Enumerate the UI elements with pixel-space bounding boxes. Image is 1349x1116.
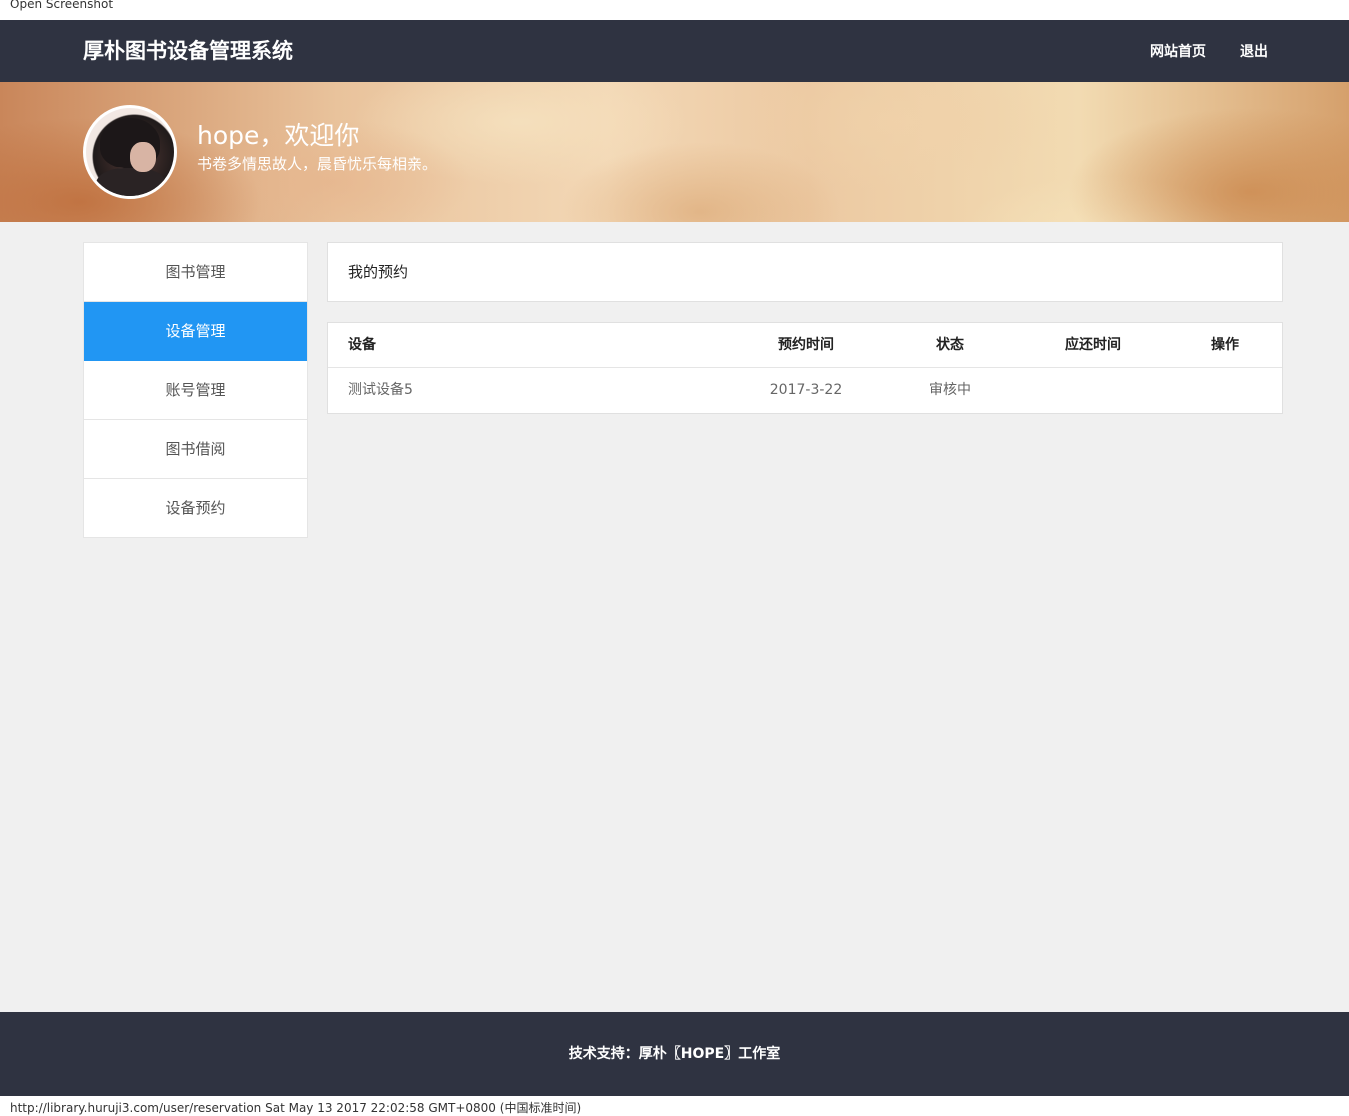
screenshot-caption: Open Screenshot (10, 0, 114, 11)
sidebar-item-book-management[interactable]: 图书管理 (84, 243, 307, 302)
page-title: 我的预约 (348, 263, 409, 281)
site-title[interactable]: 厚朴图书设备管理系统 (83, 20, 293, 82)
sidebar-item-device-reservation[interactable]: 设备预约 (84, 479, 307, 537)
column-header-device: 设备 (348, 337, 376, 353)
sidebar-item-account-management[interactable]: 账号管理 (84, 361, 307, 420)
cell-device: 测试设备5 (348, 382, 413, 398)
top-navbar: 厚朴图书设备管理系统 网站首页 退出 (0, 20, 1349, 82)
welcome-text: hope，欢迎你 (197, 121, 360, 150)
sidebar-menu: 图书管理 设备管理 账号管理 图书借阅 设备预约 (83, 242, 308, 538)
footer-text: 技术支持：厚朴〖HOPE〗工作室 (568, 1046, 781, 1062)
page-title-panel: 我的预约 (327, 242, 1283, 302)
sidebar-item-device-management[interactable]: 设备管理 (84, 302, 307, 361)
motto-text: 书卷多情思故人，晨昏忧乐每相亲。 (197, 155, 438, 173)
sidebar-item-book-borrowing[interactable]: 图书借阅 (84, 420, 307, 479)
profile-banner: hope，欢迎你 书卷多情思故人，晨昏忧乐每相亲。 (0, 82, 1349, 222)
nav-logout-link[interactable]: 退出 (1240, 41, 1268, 61)
status-bar: http://library.huruji3.com/user/reservat… (0, 1096, 1349, 1116)
table-row: 测试设备5 2017-3-22 审核中 (328, 368, 1282, 413)
top-nav: 网站首页 退出 (1116, 20, 1268, 82)
footer: 技术支持：厚朴〖HOPE〗工作室 (0, 1012, 1349, 1096)
nav-home-link[interactable]: 网站首页 (1150, 41, 1206, 61)
avatar (83, 105, 177, 199)
reservation-table: 设备 预约时间 状态 应还时间 操作 测试设备5 2017-3-22 审核中 (327, 322, 1283, 414)
table-header-row: 设备 预约时间 状态 应还时间 操作 (328, 323, 1282, 368)
